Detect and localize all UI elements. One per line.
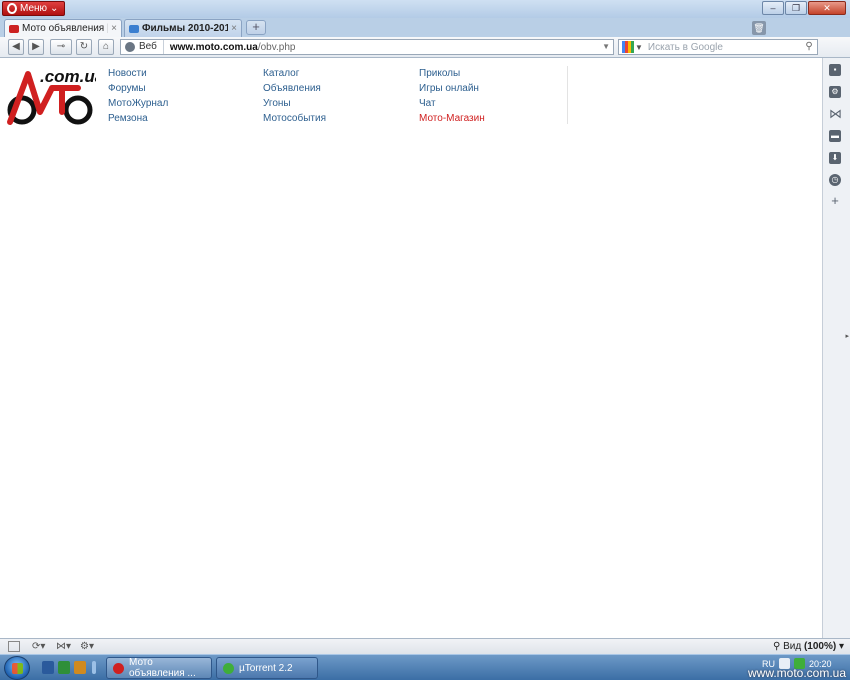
nav-column-3: Приколы Игры онлайн Чат Мото-Магазин <box>419 66 485 126</box>
opera-logo-icon <box>7 3 17 14</box>
nav-column-2: Каталог Объявления Угоны Мотособытия <box>263 66 326 126</box>
nav-link-repair[interactable]: Ремзона <box>108 111 168 126</box>
nav-link-catalog[interactable]: Каталог <box>263 66 326 81</box>
turbo-icon[interactable]: ⟳▾ <box>32 640 45 653</box>
tab-films[interactable]: Фильмы 2010-201... × <box>124 19 242 37</box>
minimize-button[interactable]: – <box>762 1 784 15</box>
zoom-control[interactable]: ⚲ Вид (100%) ▾ <box>773 640 844 653</box>
nav-link-ads[interactable]: Объявления <box>263 81 326 96</box>
close-window-button[interactable]: ✕ <box>808 1 846 15</box>
nav-link-chat[interactable]: Чат <box>419 96 485 111</box>
url-history-dropdown-icon[interactable]: ▼ <box>602 40 610 54</box>
watermark: www.moto.com.ua <box>748 666 847 680</box>
restore-button[interactable]: ❐ <box>785 1 807 15</box>
settings-status-icon[interactable]: ⚙▾ <box>80 640 94 653</box>
zoom-value: (100%) <box>803 641 837 652</box>
new-tab-button[interactable]: + <box>246 20 266 35</box>
web-badge[interactable]: Веб <box>121 40 164 54</box>
panel-collapse-arrow-icon[interactable]: ▸ <box>845 332 849 340</box>
trash-icon[interactable]: 🗑 <box>752 21 766 35</box>
opera-task-icon <box>113 662 124 674</box>
title-bar: Меню ⌄ – ❐ ✕ <box>0 0 850 18</box>
web-page: .com.ua Новости Форумы МотоЖурнал Ремзон… <box>0 58 822 638</box>
home-button[interactable]: ⌂ <box>98 39 114 55</box>
zoom-dropdown-icon: ▾ <box>838 641 844 652</box>
moto-logo[interactable]: .com.ua <box>6 64 96 128</box>
fast-forward-button[interactable]: ⊸ <box>50 39 72 55</box>
search-icon[interactable]: ⚲ <box>803 41 815 53</box>
forward-button[interactable]: ▶ <box>28 39 44 55</box>
nav-link-events[interactable]: Мотособытия <box>263 111 326 126</box>
google-icon[interactable] <box>622 41 634 53</box>
url-text: www.moto.com.ua/obv.php <box>164 42 296 53</box>
web-label: Веб <box>139 41 157 52</box>
zoom-icon: ⚲ <box>772 641 781 652</box>
nav-link-motojournal[interactable]: МотоЖурнал <box>108 96 168 111</box>
logo-text: .com.ua <box>40 67 96 86</box>
task-label: µTorrent 2.2 <box>239 662 293 674</box>
taskbar-item-opera[interactable]: Мото объявления ... <box>106 657 212 679</box>
status-bar: ⟳▾ ⋈▾ ⚙▾ ⚲ Вид (100%) ▾ <box>0 638 850 654</box>
films-favicon-icon <box>129 24 139 33</box>
utorrent-task-icon <box>223 662 234 674</box>
moto-favicon-icon <box>9 24 19 33</box>
tab-close-icon[interactable]: × <box>111 23 117 34</box>
tab-close-icon[interactable]: × <box>231 23 237 34</box>
reload-button[interactable]: ↻ <box>76 39 92 55</box>
history-panel-icon[interactable]: ◷ <box>829 174 841 186</box>
address-toolbar: ◀ ▶ ⊸ ↻ ⌂ Веб www.moto.com.ua/obv.php ▼ … <box>0 37 850 58</box>
quicklaunch-ie-icon[interactable] <box>42 661 54 674</box>
unite-panel-icon[interactable]: ⋈ <box>829 107 842 120</box>
url-host: www.moto.com.ua <box>169 41 258 53</box>
tab-title: Мото объявления | ... <box>22 23 108 34</box>
add-panel-icon[interactable]: + <box>829 194 841 207</box>
nav-link-jokes[interactable]: Приколы <box>419 66 485 81</box>
nav-divider <box>567 66 568 124</box>
downloads-panel-icon[interactable]: ⬇ <box>829 152 841 164</box>
taskbar-item-utorrent[interactable]: µTorrent 2.2 <box>216 657 318 679</box>
unite-status-icon[interactable]: ⋈▾ <box>56 640 71 653</box>
zoom-label: Вид <box>783 641 802 652</box>
task-label: Мото объявления ... <box>129 657 196 679</box>
nav-link-news[interactable]: Новости <box>108 66 168 81</box>
nav-link-shop[interactable]: Мото-Магазин <box>419 111 485 126</box>
nav-link-thefts[interactable]: Угоны <box>263 96 326 111</box>
menu-chevron-icon: ⌄ <box>50 3 59 14</box>
taskbar: Мото объявления ... µTorrent 2.2 RU 20:2… <box>0 654 850 680</box>
url-input[interactable]: Веб www.moto.com.ua/obv.php ▼ <box>120 39 614 55</box>
search-input[interactable] <box>644 41 795 53</box>
globe-icon <box>125 42 135 52</box>
panel-toggle-icon[interactable] <box>8 641 20 652</box>
notes-panel-icon[interactable]: ▬ <box>829 130 841 142</box>
side-panel: ▪ ⚙ ⋈ ▬ ⬇ ◷ + ▸ <box>822 58 850 638</box>
tab-bar: Мото объявления | ... × Фильмы 2010-201.… <box>0 18 850 37</box>
nav-link-games[interactable]: Игры онлайн <box>419 81 485 96</box>
widgets-panel-icon[interactable]: ⚙ <box>829 86 841 98</box>
nav-column-1: Новости Форумы МотоЖурнал Ремзона <box>108 66 168 126</box>
nav-link-forums[interactable]: Форумы <box>108 81 168 96</box>
quicklaunch-more-icon[interactable] <box>92 661 96 674</box>
tab-moto-ads[interactable]: Мото объявления | ... × <box>4 19 122 37</box>
menu-label: Меню <box>20 3 48 14</box>
opera-menu-button[interactable]: Меню ⌄ <box>2 1 66 16</box>
bookmarks-panel-icon[interactable]: ▪ <box>829 64 841 76</box>
tab-title: Фильмы 2010-201... <box>142 23 229 34</box>
search-box[interactable]: ▼ ⚲ <box>618 39 818 55</box>
search-engine-dropdown-icon[interactable]: ▼ <box>635 43 643 52</box>
quicklaunch-explorer-icon[interactable] <box>74 661 86 674</box>
quicklaunch-media-icon[interactable] <box>58 661 70 674</box>
url-path: /obv.php <box>257 41 296 53</box>
start-button[interactable] <box>4 656 30 680</box>
back-button[interactable]: ◀ <box>8 39 24 55</box>
window-controls: – ❐ ✕ <box>762 1 846 15</box>
